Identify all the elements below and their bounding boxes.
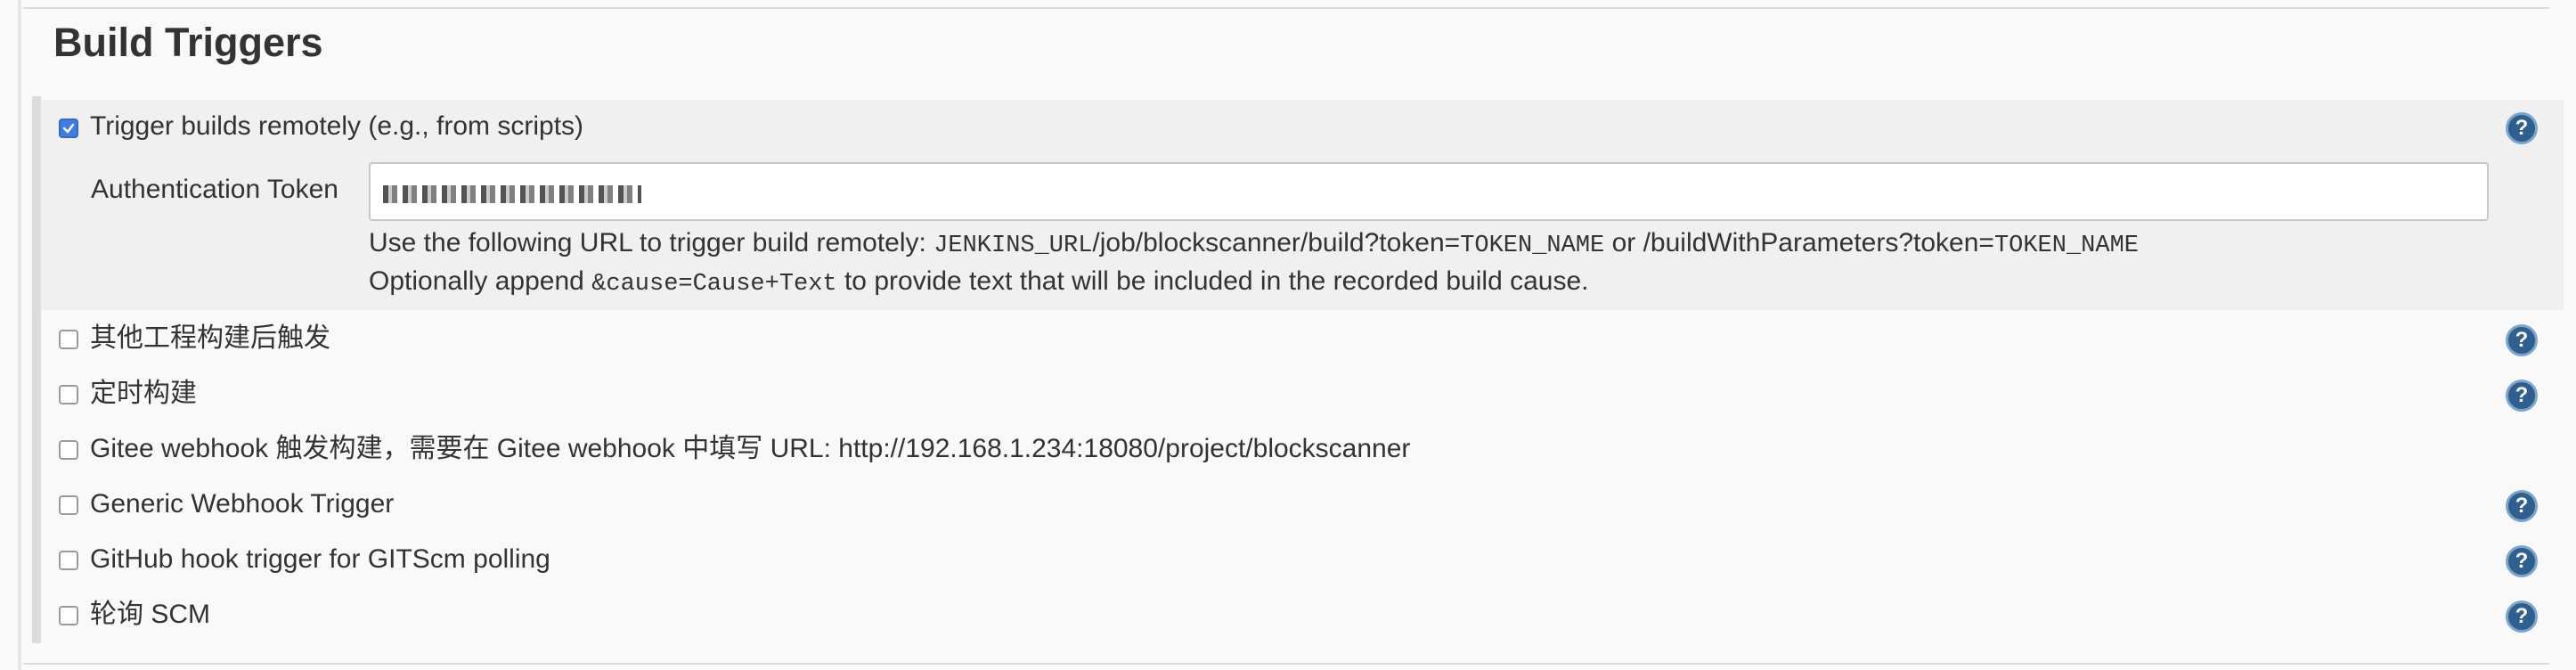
trigger-row-upstream: 其他工程构建后触发	[41, 312, 2540, 365]
trigger-github-hook-label: GitHub hook trigger for GITScm polling	[90, 544, 550, 574]
trigger-row-github-hook: GitHub hook trigger for GITScm polling	[41, 533, 2540, 586]
trigger-gitee-checkbox[interactable]	[59, 440, 78, 460]
trigger-poll-scm-checkbox[interactable]	[59, 606, 78, 625]
trigger-group-bar	[32, 96, 41, 643]
trigger-generic-webhook-label: Generic Webhook Trigger	[90, 489, 395, 519]
auth-help-line-2: Optionally append &cause=Cause+Text to p…	[369, 266, 1589, 298]
trigger-row-generic-webhook: Generic Webhook Trigger	[41, 478, 2540, 531]
section-left-border	[18, 0, 21, 670]
section-bottom-divider	[23, 663, 2549, 665]
help-icon-generic-webhook[interactable]: ?	[2506, 490, 2538, 522]
trigger-upstream-label: 其他工程构建后触发	[90, 323, 330, 353]
trigger-scheduled-label: 定时构建	[90, 379, 197, 408]
section-top-divider	[23, 7, 2549, 9]
help-icon-upstream[interactable]: ?	[2506, 324, 2538, 356]
section-title: Build Triggers	[53, 20, 323, 65]
trigger-row-remote: Trigger builds remotely (e.g., from scri…	[41, 100, 2540, 153]
checkmark-icon	[62, 123, 75, 134]
help-icon-scheduled[interactable]: ?	[2506, 380, 2538, 412]
trigger-row-scheduled: 定时构建	[41, 367, 2540, 421]
trigger-github-hook-checkbox[interactable]	[59, 551, 78, 570]
auth-token-input[interactable]	[369, 162, 2489, 221]
masked-token-value	[383, 185, 641, 203]
trigger-poll-scm-label: 轮询 SCM	[90, 600, 210, 629]
auth-help-line-1: Use the following URL to trigger build r…	[369, 228, 2139, 259]
help-icon-remote[interactable]: ?	[2506, 112, 2538, 144]
help-icon-github-hook[interactable]: ?	[2506, 545, 2538, 577]
auth-token-label: Authentication Token	[91, 175, 338, 204]
trigger-generic-webhook-checkbox[interactable]	[59, 495, 78, 515]
help-icon-poll-scm[interactable]: ?	[2506, 601, 2538, 633]
trigger-remote-label: Trigger builds remotely (e.g., from scri…	[90, 111, 584, 141]
trigger-gitee-label: Gitee webhook 触发构建，需要在 Gitee webhook 中填写…	[90, 434, 1411, 463]
trigger-remote-checkbox[interactable]	[59, 118, 78, 138]
trigger-row-gitee: Gitee webhook 触发构建，需要在 Gitee webhook 中填写…	[41, 422, 2540, 476]
trigger-scheduled-checkbox[interactable]	[59, 385, 78, 404]
trigger-row-poll-scm: 轮询 SCM	[41, 588, 2540, 641]
trigger-upstream-checkbox[interactable]	[59, 330, 78, 349]
